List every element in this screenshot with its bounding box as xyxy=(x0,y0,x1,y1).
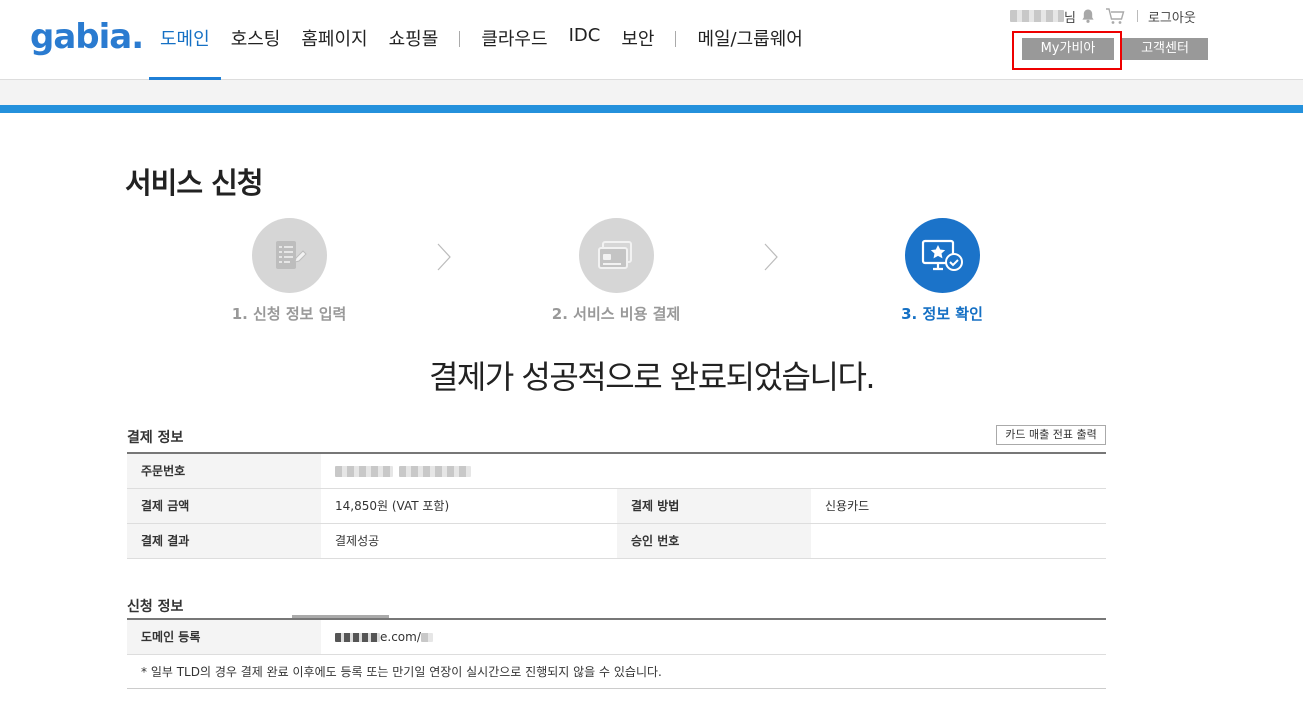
step-2: 2. 서비스 비용 결제 xyxy=(516,218,716,324)
print-receipt-button[interactable]: 카드 매출 전표 출력 xyxy=(996,425,1106,445)
step-1-circle xyxy=(251,218,327,293)
nav-divider xyxy=(675,31,677,47)
completion-message: 결제가 성공적으로 완료되었습니다. xyxy=(428,358,876,396)
nav-homepage[interactable]: 홈페이지 xyxy=(301,0,367,80)
step-3-circle xyxy=(904,218,980,293)
step-3-label: 3. 정보 확인 xyxy=(901,305,983,323)
domain-value: e.com/ xyxy=(380,629,421,644)
order-number-label: 주문번호 xyxy=(127,453,321,489)
application-info-table: 도메인 등록 e.com/ xyxy=(127,618,1106,655)
domain-registration-label: 도메인 등록 xyxy=(127,619,321,655)
table-row: 도메인 등록 e.com/ xyxy=(127,619,1106,655)
main-nav: 도메인 호스팅 홈페이지 쇼핑몰 클라우드 IDC 보안 메일/그룹웨어 xyxy=(149,0,824,80)
step-1-label: 1. 신청 정보 입력 xyxy=(231,305,347,323)
gabia-logo[interactable]: gabia. xyxy=(30,18,145,60)
payment-info-table: 주문번호 결제 금액 14,850원 (VAT 포함) 결제 방법 신용카드 결… xyxy=(127,452,1106,559)
tld-notice: * 일부 TLD의 경우 결제 완료 이후에도 등록 또는 만기일 연장이 실시… xyxy=(141,665,662,679)
nav-shoppingmall[interactable]: 쇼핑몰 xyxy=(389,0,439,80)
bell-icon[interactable] xyxy=(1080,8,1096,24)
payment-info-title: 결제 정보 xyxy=(127,430,184,446)
blue-strip xyxy=(0,105,1303,113)
nav-cloud[interactable]: 클라우드 xyxy=(481,0,547,80)
table-row: 주문번호 xyxy=(127,453,1106,489)
chevron-right-icon xyxy=(764,243,778,271)
top-header: gabia. 도메인 호스팅 홈페이지 쇼핑몰 클라우드 IDC 보안 메일/그… xyxy=(0,0,1303,80)
username-redacted xyxy=(1010,10,1064,22)
domain-redacted xyxy=(335,632,380,642)
domain-redacted xyxy=(420,632,433,642)
logout-link[interactable]: 로그아웃 xyxy=(1148,7,1196,26)
amount-label: 결제 금액 xyxy=(127,488,321,524)
monitor-check-icon xyxy=(921,239,963,271)
order-number-redacted-part xyxy=(398,465,471,477)
step-2-circle xyxy=(578,218,654,293)
form-edit-icon xyxy=(276,240,307,269)
result-label: 결제 결과 xyxy=(127,523,321,559)
order-number-redacted-part xyxy=(335,465,393,477)
table-row: 결제 결과 결제성공 승인 번호 xyxy=(127,523,1106,559)
user-bar: 님 로그아웃 xyxy=(1010,6,1196,26)
user-bar-divider xyxy=(1136,10,1138,22)
domain-registration-value-cell: e.com/ xyxy=(321,619,1106,655)
method-label: 결제 방법 xyxy=(617,488,811,524)
highlight-box xyxy=(1012,31,1122,70)
cart-icon[interactable] xyxy=(1105,7,1125,25)
order-number-value xyxy=(321,453,1106,489)
user-suffix: 님 xyxy=(1064,10,1076,26)
chevron-right-icon xyxy=(437,243,451,271)
approval-value xyxy=(811,523,1106,559)
nav-mail-groupware[interactable]: 메일/그룹웨어 xyxy=(697,0,802,80)
credit-card-icon xyxy=(598,240,632,269)
nav-security[interactable]: 보안 xyxy=(621,0,654,80)
sub-header-band xyxy=(0,80,1303,113)
result-value: 결제성공 xyxy=(321,523,617,559)
customer-center-button[interactable]: 고객센터 xyxy=(1122,38,1208,60)
approval-label: 승인 번호 xyxy=(617,523,811,559)
application-info-title: 신청 정보 xyxy=(127,599,184,615)
step-2-label: 2. 서비스 비용 결제 xyxy=(551,305,681,323)
logo-text: gabia. xyxy=(30,18,143,57)
step-3: 3. 정보 확인 xyxy=(842,218,1042,324)
nav-domain[interactable]: 도메인 xyxy=(149,0,221,80)
nav-idc[interactable]: IDC xyxy=(569,0,601,80)
nav-hosting[interactable]: 호스팅 xyxy=(231,0,281,80)
page-title: 서비스 신청 xyxy=(125,166,263,200)
table-row: 결제 금액 14,850원 (VAT 포함) 결제 방법 신용카드 xyxy=(127,488,1106,524)
amount-value: 14,850원 (VAT 포함) xyxy=(321,488,617,524)
method-value: 신용카드 xyxy=(811,488,1106,524)
step-1: 1. 신청 정보 입력 xyxy=(189,218,389,324)
bottom-divider xyxy=(127,688,1106,689)
nav-divider xyxy=(459,31,461,47)
